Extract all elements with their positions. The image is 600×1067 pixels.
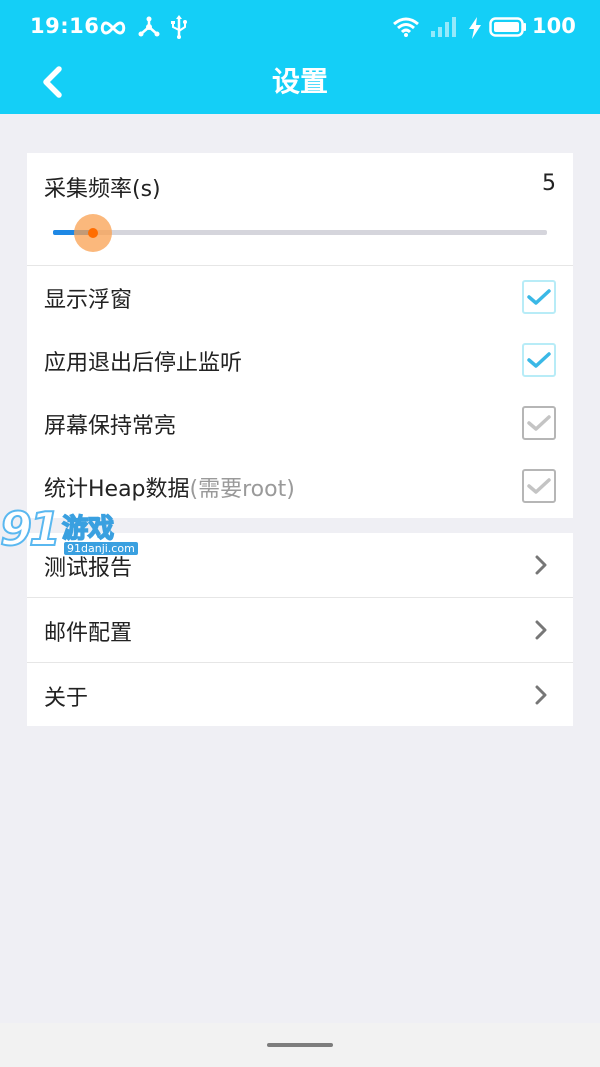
battery-level: 100: [532, 14, 576, 38]
watermark-url: 91danji.com: [64, 542, 138, 555]
frequency-row: 采集频率(s) 5: [27, 153, 573, 266]
checkmark-icon: [527, 478, 551, 494]
status-bar: 19:16 100: [0, 0, 600, 56]
usb-icon: [171, 15, 187, 39]
page-title: 设置: [271, 65, 328, 98]
show-floating-window-checkbox[interactable]: [522, 280, 556, 314]
toggle-row-stop-monitor-on-exit[interactable]: 应用退出后停止监听: [27, 329, 573, 392]
title-bar: 设置: [0, 56, 600, 114]
keep-screen-on-checkbox[interactable]: [522, 406, 556, 440]
frequency-value: 5: [542, 171, 556, 196]
chevron-right-icon: [535, 555, 547, 575]
app-bar: 19:16 100 设置: [0, 0, 600, 114]
toggle-label: 应用退出后停止监听: [44, 351, 243, 376]
toggle-label: 屏幕保持常亮: [44, 414, 177, 439]
frequency-slider[interactable]: [53, 214, 547, 252]
heap-stats-checkbox[interactable]: [522, 469, 556, 503]
nav-item-about[interactable]: 关于: [27, 663, 573, 727]
nav-item-mail-config[interactable]: 邮件配置: [27, 598, 573, 663]
slider-track: [53, 230, 547, 235]
chevron-left-icon: [43, 66, 62, 98]
system-nav-bar: [0, 1023, 600, 1067]
infinity-icon: [100, 21, 126, 35]
checkmark-icon: [527, 415, 551, 431]
watermark-logo: 91 游戏 91danji.com: [0, 501, 140, 564]
charging-icon: [469, 17, 481, 39]
toggle-label: 显示浮窗: [44, 288, 133, 313]
toggle-row-keep-screen-on[interactable]: 屏幕保持常亮: [27, 392, 573, 455]
slider-thumb[interactable]: [87, 228, 98, 238]
home-indicator[interactable]: [267, 1043, 333, 1047]
share-icon: [138, 16, 160, 37]
status-time: 19:16: [30, 14, 100, 38]
back-button[interactable]: [30, 60, 74, 104]
battery-icon: [489, 17, 526, 37]
signal-icon: [431, 17, 456, 37]
wifi-icon: [393, 17, 419, 37]
nav-item-label: 邮件配置: [44, 621, 133, 646]
chevron-right-icon: [535, 620, 547, 640]
checkmark-icon: [527, 352, 551, 368]
checkmark-icon: [527, 289, 551, 305]
toggle-label: 统计Heap数据: [44, 477, 190, 502]
stop-monitor-on-exit-checkbox[interactable]: [522, 343, 556, 377]
nav-item-label: 关于: [44, 686, 89, 711]
chevron-right-icon: [535, 685, 547, 705]
settings-card: 采集频率(s) 5 显示浮窗 应用退出后停止监听 屏幕保持常亮 统计Heap数据…: [27, 153, 573, 518]
toggle-row-show-floating-window[interactable]: 显示浮窗: [27, 266, 573, 329]
toggle-note: (需要root): [189, 477, 295, 502]
frequency-label: 采集频率(s): [44, 177, 161, 202]
